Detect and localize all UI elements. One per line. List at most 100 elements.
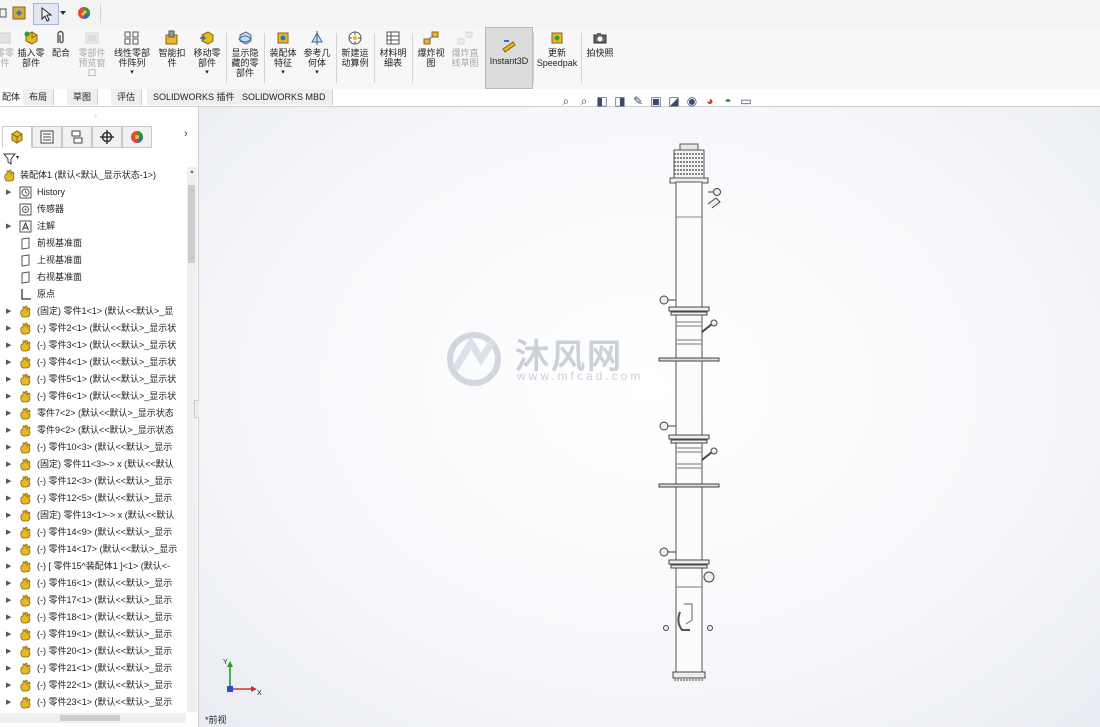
tab-solidworks-mbd[interactable]: SOLIDWORKS MBD	[236, 89, 333, 105]
dimxpert-tab[interactable]	[92, 126, 122, 148]
tree-item[interactable]: ▶ (-) 零件23<1> (默认<<默认>_显示	[0, 694, 186, 711]
tree-item[interactable]: ▶ (-) 零件12<5> (默认<<默认>_显示	[0, 490, 186, 507]
tree-item[interactable]: ▶ (-) 零件6<1> (默认<<默认>_显示状	[0, 388, 186, 405]
hide-show-items-icon[interactable]: ◉	[685, 94, 699, 108]
graphics-area[interactable]: ⌕ ⌕ ◧ ◨ ✎ ▣ ◪ ◉ ◕ ◓ ▭ 沐风网 www.mfcad.com	[199, 94, 1100, 727]
new-motion-study-button[interactable]: 新建运 动算例	[338, 30, 372, 86]
expand-arrow-icon[interactable]: ▶	[6, 354, 11, 371]
take-snapshot-button[interactable]: 拍快照	[583, 30, 617, 86]
expand-arrow-icon[interactable]: ▶	[6, 609, 11, 626]
options-icon[interactable]	[74, 3, 94, 23]
expand-arrow-icon[interactable]: ▶	[6, 490, 11, 507]
tree-item[interactable]: ▶ (-) [ 零件15^装配体1 ]<1> (默认<-	[0, 558, 186, 575]
tab-sketch[interactable]: 草图	[67, 89, 99, 105]
linear-pattern-dropdown-icon[interactable]: ▾	[130, 68, 134, 76]
tree-item[interactable]: ▶ (-) 零件16<1> (默认<<默认>_显示	[0, 575, 186, 592]
view-orientation-icon[interactable]: ▣	[649, 94, 663, 108]
expand-arrow-icon[interactable]: ▶	[6, 456, 11, 473]
horizontal-scroll-thumb[interactable]	[60, 715, 120, 721]
expand-arrow-icon[interactable]: ▶	[6, 660, 11, 677]
tree-item[interactable]: 传感器	[0, 201, 186, 218]
reference-geometry-button[interactable]: 参考几 何体 ▾	[300, 30, 334, 86]
mate-button[interactable]: 配合	[48, 30, 74, 86]
expand-arrow-icon[interactable]: ▶	[6, 643, 11, 660]
previous-view-icon[interactable]: ◧	[595, 94, 609, 108]
move-component-dropdown-icon[interactable]: ▾	[205, 68, 209, 76]
tree-item[interactable]: ▶ (-) 零件17<1> (默认<<默认>_显示	[0, 592, 186, 609]
expand-arrow-icon[interactable]: ▶	[6, 439, 11, 456]
tree-filter[interactable]: ▾	[0, 151, 198, 167]
tab-evaluate[interactable]: 评估	[111, 89, 143, 105]
view-settings-icon[interactable]: ▭	[739, 94, 753, 108]
show-hidden-components-button[interactable]: 显示隐 藏的零 部件	[228, 30, 262, 86]
bill-of-materials-button[interactable]: 材料明 细表	[376, 30, 410, 86]
tree-item[interactable]: ▶ (-) 零件12<3> (默认<<默认>_显示	[0, 473, 186, 490]
tree-item[interactable]: ▶ (-) 零件5<1> (默认<<默认>_显示状	[0, 371, 186, 388]
zoom-to-fit-icon[interactable]: ⌕	[559, 94, 573, 108]
menu-edge-icon[interactable]	[0, 3, 8, 23]
expand-arrow-icon[interactable]: ▶	[6, 711, 11, 712]
tree-vertical-scrollbar[interactable]: ▲	[187, 167, 197, 712]
expand-arrow-icon[interactable]: ▶	[6, 626, 11, 643]
tree-item[interactable]: ▶ (-) 零件20<1> (默认<<默认>_显示	[0, 643, 186, 660]
expand-arrow-icon[interactable]: ▶	[6, 405, 11, 422]
tree-item[interactable]: ▶ (-) 零件21<1> (默认<<默认>_显示	[0, 660, 186, 677]
instant3d-button[interactable]: Instant3D	[485, 27, 533, 89]
tree-item[interactable]: ▶ (-) 零件14<17> (默认<<默认>_显示	[0, 541, 186, 558]
scroll-up-icon[interactable]: ▲	[189, 169, 195, 175]
apply-scene-icon[interactable]: ◓	[721, 94, 735, 108]
tree-root-assembly[interactable]: 装配体1 (默认<默认_显示状态-1>)	[0, 167, 186, 184]
expand-arrow-icon[interactable]: ▶	[6, 507, 11, 524]
tree-horizontal-scrollbar[interactable]	[0, 713, 186, 723]
rebuild-icon[interactable]	[10, 3, 28, 23]
tree-item[interactable]: ▶ History	[0, 184, 186, 201]
expand-arrow-icon[interactable]: ▶	[6, 473, 11, 490]
move-component-button[interactable]: 移动零 部件 ▾	[190, 30, 224, 86]
select-dropdown-icon[interactable]	[58, 3, 68, 23]
edit-part-button[interactable]: 零零 件	[0, 30, 16, 86]
tree-item[interactable]: ▶ (-) 零件19<1> (默认<<默认>_显示	[0, 626, 186, 643]
expand-arrow-icon[interactable]: ▶	[6, 541, 11, 558]
expand-arrow-icon[interactable]: ▶	[6, 371, 11, 388]
expand-arrow-icon[interactable]: ▶	[6, 677, 11, 694]
explode-line-sketch-button[interactable]: 爆炸直 线草图	[448, 30, 482, 86]
tree-item[interactable]: ▶ (-) 零件14<9> (默认<<默认>_显示	[0, 524, 186, 541]
expand-arrow-icon[interactable]: ▶	[6, 558, 11, 575]
tree-item[interactable]: 原点	[0, 286, 186, 303]
zoom-to-area-icon[interactable]: ⌕	[577, 94, 591, 108]
tree-item[interactable]: ▶ (-) 零件2<1> (默认<<默认>_显示状	[0, 320, 186, 337]
expand-arrow-icon[interactable]: ▶	[6, 303, 11, 320]
dynamic-annotation-icon[interactable]: ✎	[631, 94, 645, 108]
tree-item[interactable]: ▶ (固定) 零件13<1>-> x (默认<<默认	[0, 507, 186, 524]
expand-arrow-icon[interactable]: ▶	[6, 422, 11, 439]
property-manager-tab[interactable]	[32, 126, 62, 148]
tree-item[interactable]: 右视基准面	[0, 269, 186, 286]
tree-item[interactable]: 上视基准面	[0, 252, 186, 269]
expand-arrow-icon[interactable]: ▶	[6, 320, 11, 337]
tree-item[interactable]: ▶ (固定) 零件11<3>-> x (默认<<默认	[0, 456, 186, 473]
expand-panel-chevron-icon[interactable]: ›	[184, 128, 188, 140]
select-pointer-button[interactable]	[33, 3, 59, 25]
tree-item[interactable]: ▶ (-) 零件10<3> (默认<<默认>_显示	[0, 439, 186, 456]
configuration-manager-tab[interactable]	[62, 126, 92, 148]
tab-layout[interactable]: 布局	[23, 89, 55, 105]
expand-arrow-icon[interactable]: ▶	[6, 218, 11, 235]
panel-grip-icon[interactable]: ◦	[94, 111, 97, 120]
insert-component-button[interactable]: 插入零 部件	[16, 30, 46, 86]
assembly-features-dropdown-icon[interactable]: ▾	[281, 68, 285, 76]
display-manager-tab[interactable]	[122, 126, 152, 148]
tree-item[interactable]: ▶ (-) 零件4<1> (默认<<默认>_显示状	[0, 354, 186, 371]
tree-item[interactable]: ▶ (固定) 零件1<1> (默认<<默认>_显	[0, 303, 186, 320]
tab-solidworks-addins[interactable]: SOLIDWORKS 插件	[147, 89, 242, 105]
filter-dropdown-icon[interactable]: ▾	[16, 154, 19, 161]
expand-arrow-icon[interactable]: ▶	[6, 575, 11, 592]
section-view-icon[interactable]: ◨	[613, 94, 627, 108]
feature-tree-tab[interactable]	[2, 126, 32, 148]
tree-item[interactable]: ▶ 零件7<2> (默认<<默认>_显示状态	[0, 405, 186, 422]
expand-arrow-icon[interactable]: ▶	[6, 524, 11, 541]
expand-arrow-icon[interactable]: ▶	[6, 337, 11, 354]
tree-item[interactable]: ▶ (-) 零件22<1> (默认<<默认>_显示	[0, 677, 186, 694]
reference-geometry-dropdown-icon[interactable]: ▾	[315, 68, 319, 76]
tree-item[interactable]: ▶ (-) 零件3<1> (默认<<默认>_显示状	[0, 337, 186, 354]
tree-item[interactable]: ▶ (-) 零件26<1> (默认<<默认>_显示	[0, 711, 186, 712]
